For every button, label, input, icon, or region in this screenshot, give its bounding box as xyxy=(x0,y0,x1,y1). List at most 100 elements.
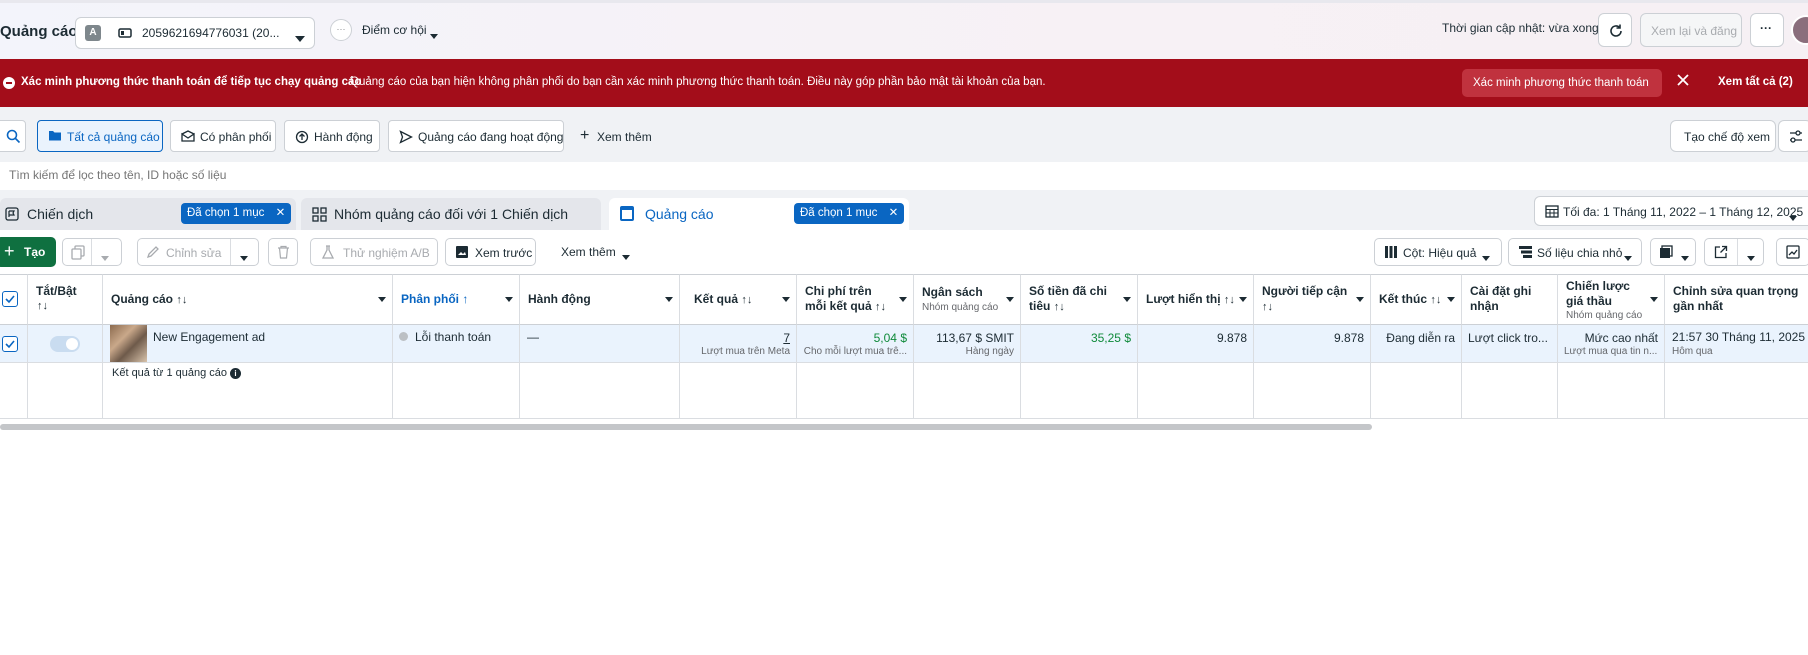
create-view-button[interactable]: Tạo chế độ xem xyxy=(1670,120,1776,152)
date-range-picker[interactable]: Tối đa: 1 Tháng 11, 2022 – 1 Tháng 12, 2… xyxy=(1534,196,1808,226)
budget-value: 113,67 $ SMIT xyxy=(936,331,1014,345)
col-budget[interactable]: Ngân sách Nhóm quảng cáo xyxy=(914,274,1021,325)
duplicate-button[interactable] xyxy=(62,238,122,266)
info-icon[interactable]: i xyxy=(230,368,241,379)
chip-actions[interactable]: Hành động xyxy=(284,120,380,152)
account-selector[interactable]: A 2059621694776031 (20... xyxy=(75,17,315,49)
badge-label: Đã chọn 1 mục xyxy=(800,207,878,219)
tab-adsets[interactable]: Nhóm quảng cáo đối với 1 Chiến dịch xyxy=(301,198,601,230)
col-ends[interactable]: Kết thúc ↑↓ xyxy=(1371,274,1462,325)
verify-payment-button[interactable]: Xác minh phương thức thanh toán xyxy=(1462,69,1662,97)
more-options-button[interactable]: ··· xyxy=(1750,13,1784,47)
col-toggle[interactable]: Tắt/Bật ↑↓ xyxy=(28,274,103,325)
avatar[interactable] xyxy=(1791,15,1808,45)
last-edit-value: 21:57 30 Tháng 11, 2025 xyxy=(1672,330,1806,344)
col-delivery[interactable]: Phân phối ↑ xyxy=(393,274,520,325)
filter-bar: Tất cả quảng cáo Có phân phối Hành động … xyxy=(0,107,1808,162)
col-bid-strategy[interactable]: Chiến lược giá thầu Nhóm quảng cáo xyxy=(1558,274,1665,325)
breakdown-button[interactable]: Số liệu chia nhỏ xyxy=(1508,238,1642,266)
close-icon[interactable]: ✕ xyxy=(276,207,286,219)
chevron-down-icon xyxy=(1482,250,1490,264)
chevron-down-icon xyxy=(1356,297,1364,302)
page-title: Quảng cáo xyxy=(0,23,78,40)
ads-table: Tắt/Bật ↑↓ Quảng cáo ↑↓ Phân phối ↑ Hành… xyxy=(0,274,1808,430)
search-input[interactable] xyxy=(0,162,900,188)
col-label: Cài đặt ghi nhận xyxy=(1470,284,1532,313)
col-reach[interactable]: Người tiếp cận ↑↓ xyxy=(1254,274,1371,325)
col-impressions[interactable]: Lượt hiển thị ↑↓ xyxy=(1138,274,1254,325)
row-select-cell xyxy=(0,325,28,363)
see-more-filters[interactable]: Xem thêm xyxy=(597,130,652,144)
banner-message: Quảng cáo của bạn hiện không phân phối d… xyxy=(350,76,1046,88)
settings-button[interactable] xyxy=(1778,120,1808,152)
chip-label: Có phân phối xyxy=(200,130,272,144)
see-all-link[interactable]: Xem tất cả (2) xyxy=(1718,76,1793,88)
col-actions[interactable]: Hành động xyxy=(520,274,680,325)
columns-label: Cột: Hiệu quả xyxy=(1403,246,1477,260)
col-label: Tắt/Bật xyxy=(36,284,77,298)
col-label: Phân phối ↑ xyxy=(401,292,469,306)
on-off-toggle[interactable] xyxy=(50,336,80,352)
tab-label: Nhóm quảng cáo đối với 1 Chiến dịch xyxy=(334,206,569,222)
col-last-edit[interactable]: Chỉnh sửa quan trọng gần nhất xyxy=(1665,274,1808,325)
create-label: Tạo xyxy=(24,245,46,259)
horizontal-scrollbar[interactable] xyxy=(0,424,1372,430)
select-all-checkbox[interactable] xyxy=(2,291,18,307)
level-tabs: Chiến dịch Đã chọn 1 mục ✕ Nhóm quảng cá… xyxy=(0,190,1808,230)
col-cost-per-result[interactable]: Chi phí trên mỗi kết quả ↑↓ xyxy=(797,274,914,325)
reports-button[interactable] xyxy=(1650,238,1696,266)
account-avatar: A xyxy=(85,25,101,41)
results-cell: 7 Lượt mua trên Meta xyxy=(680,325,797,363)
sort-icon: ↑↓ xyxy=(37,300,48,312)
edit-button[interactable]: Chỉnh sửa xyxy=(137,238,259,266)
col-amount-spent[interactable]: Số tiền đã chi tiêu ↑↓ xyxy=(1021,274,1138,325)
budget-period: Hàng ngày xyxy=(965,346,1014,357)
sliders-icon xyxy=(1789,130,1803,143)
envelope-icon xyxy=(181,130,195,142)
ab-test-button[interactable]: Thử nghiệm A/B xyxy=(310,238,438,266)
impressions-cell: 9.878 xyxy=(1138,325,1254,363)
sort-icon: ↑↓ xyxy=(1262,301,1273,313)
amount-spent-cell: 35,25 $ xyxy=(1021,325,1138,363)
chevron-down-icon xyxy=(665,297,673,302)
columns-button[interactable]: Cột: Hiệu quả xyxy=(1374,238,1502,266)
charts-button[interactable] xyxy=(1776,238,1808,266)
col-ad-name[interactable]: Quảng cáo ↑↓ xyxy=(103,274,393,325)
chevron-down-icon xyxy=(782,297,790,302)
ad-name[interactable]: New Engagement ad xyxy=(153,330,265,344)
reach-cell: 9.878 xyxy=(1254,325,1371,363)
chip-delivering[interactable]: Có phân phối xyxy=(170,120,276,152)
chevron-down-icon xyxy=(295,30,305,45)
refresh-button[interactable] xyxy=(1598,13,1632,47)
breakdown-icon xyxy=(1519,246,1532,258)
tab-campaigns[interactable]: Chiến dịch Đã chọn 1 mục ✕ xyxy=(0,198,296,230)
col-results[interactable]: Kết quả ↑↓ xyxy=(680,274,797,325)
row-checkbox[interactable] xyxy=(2,336,18,352)
refresh-icon xyxy=(1608,23,1624,39)
chevron-down-icon xyxy=(378,297,386,302)
ends-cell: Đang diễn ra xyxy=(1371,325,1462,363)
tab-ads[interactable]: Quảng cáo Đã chọn 1 mục ✕ xyxy=(609,198,909,230)
opportunity-score-label[interactable]: Điểm cơ hội xyxy=(362,23,427,37)
review-publish-button[interactable]: Xem lại và đăng xyxy=(1640,13,1742,47)
verify-payment-label: Xác minh phương thức thanh toán xyxy=(1473,77,1649,89)
search-row xyxy=(0,162,1808,190)
preview-button[interactable]: Xem trước xyxy=(445,238,536,266)
export-button[interactable] xyxy=(1704,238,1764,266)
chevron-down-icon xyxy=(1447,297,1455,302)
close-icon[interactable] xyxy=(1677,74,1689,86)
chip-all-ads[interactable]: Tất cả quảng cáo xyxy=(37,120,163,152)
close-icon[interactable]: ✕ xyxy=(889,207,899,219)
chip-label: Hành động xyxy=(314,130,373,144)
delete-button[interactable] xyxy=(268,238,298,266)
plus-icon: + xyxy=(580,127,590,144)
search-button[interactable] xyxy=(0,120,26,152)
col-attribution[interactable]: Cài đặt ghi nhận xyxy=(1462,274,1558,325)
selected-badge: Đã chọn 1 mục ✕ xyxy=(794,203,905,224)
opportunity-score-icon: ··· xyxy=(330,19,352,41)
chip-active-ads[interactable]: Quảng cáo đang hoạt động xyxy=(388,120,564,152)
create-button[interactable]: + Tạo xyxy=(0,237,56,267)
banner-title: Xác minh phương thức thanh toán để tiếp … xyxy=(21,76,362,88)
results-value[interactable]: 7 xyxy=(783,331,790,345)
more-actions-button[interactable]: Xem thêm xyxy=(549,238,635,266)
